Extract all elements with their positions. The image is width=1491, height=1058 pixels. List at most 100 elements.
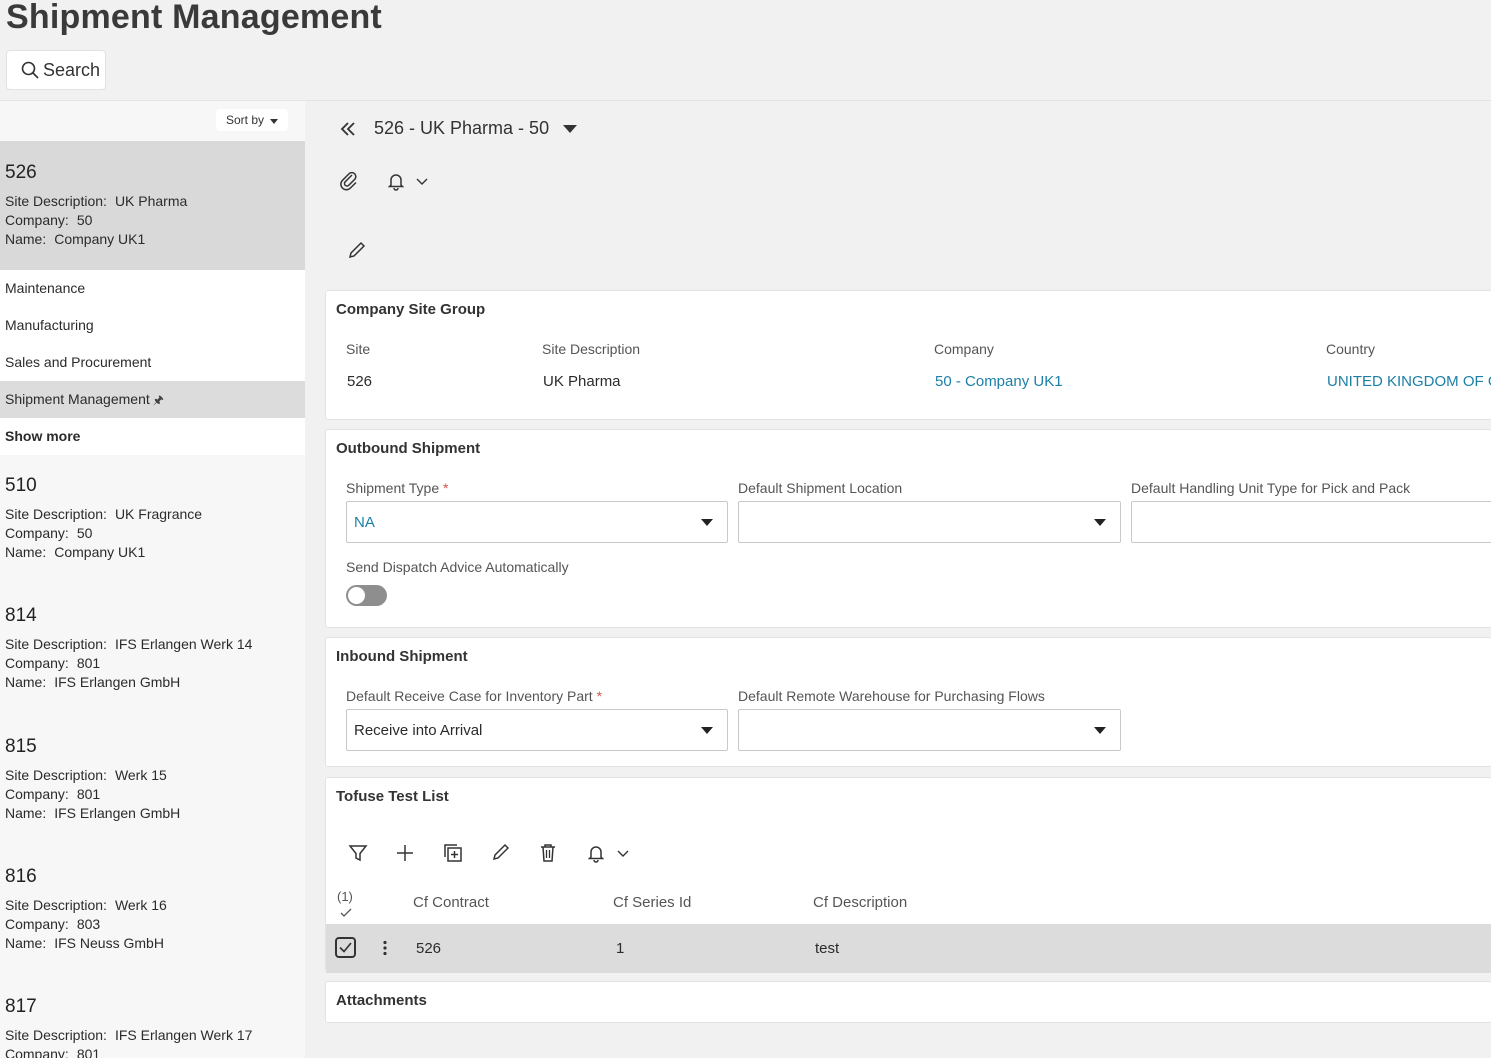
inbound-shipment-panel: Inbound Shipment Default Receive Case fo… — [325, 637, 1491, 767]
list-item[interactable]: 817 Site Description: IFS Erlangen Werk 1… — [0, 996, 305, 1058]
site-description-label: Site Description: — [5, 636, 107, 652]
nav-item-sales-procurement[interactable]: Sales and Procurement — [0, 344, 305, 381]
company-value: 50 — [76, 212, 93, 228]
country-link[interactable]: UNITED KINGDOM OF GREAT BRITAIN AND NORT… — [1327, 373, 1491, 390]
company-label: Company: — [5, 786, 69, 802]
name-label: Name: — [5, 674, 47, 690]
list-item-number: 815 — [5, 736, 37, 757]
site-description-value: IFS Erlangen Werk 17 — [114, 1027, 253, 1043]
site-description-value: UK Pharma — [114, 193, 188, 209]
attachments-panel[interactable]: Attachments — [325, 981, 1491, 1023]
row-menu-icon[interactable] — [383, 940, 387, 956]
notification-bell-icon[interactable] — [586, 843, 606, 863]
site-description-label: Site Description: — [5, 506, 107, 522]
send-dispatch-advice-label: Send Dispatch Advice Automatically — [346, 559, 569, 575]
select-all-check-icon[interactable] — [340, 908, 352, 918]
receive-case-value: Receive into Arrival — [354, 721, 483, 739]
row-checkbox[interactable] — [335, 937, 356, 958]
chevron-down-icon[interactable] — [416, 178, 428, 186]
show-more-link[interactable]: Show more — [0, 418, 305, 455]
company-link[interactable]: 50 - Company UK1 — [935, 373, 1063, 390]
cell-cf-contract: 526 — [416, 940, 442, 957]
site-value: 526 — [347, 373, 373, 390]
name-value: Company UK1 — [54, 231, 146, 247]
nav-item-shipment-management[interactable]: Shipment Management 🖈 — [0, 381, 305, 418]
collapse-left-icon[interactable] — [340, 121, 356, 137]
panel-title: Tofuse Test List — [336, 788, 449, 805]
outbound-shipment-panel: Outbound Shipment Shipment Type * NA Def… — [325, 429, 1491, 628]
dropdown-arrow-icon — [701, 727, 713, 734]
search-label: Search — [43, 59, 101, 80]
check-icon — [339, 942, 352, 953]
required-mark: * — [443, 480, 449, 496]
notification-bell-icon[interactable] — [386, 171, 406, 191]
list-item[interactable]: 815 Site Description: Werk 15 Company: 801… — [0, 736, 305, 823]
site-description-value: IFS Erlangen Werk 14 — [114, 636, 253, 652]
column-header-cf-contract[interactable]: Cf Contract — [413, 894, 489, 911]
search-button[interactable]: Search — [6, 50, 106, 90]
sort-by-label: Sort by — [226, 113, 265, 127]
name-label: Name: — [5, 544, 47, 560]
company-label: Company: — [5, 655, 69, 671]
receive-case-label: Default Receive Case for Inventory Part … — [346, 688, 602, 704]
name-value: Company UK1 — [54, 544, 146, 560]
filter-icon[interactable] — [348, 843, 368, 863]
duplicate-icon[interactable] — [443, 843, 463, 863]
list-item-selected[interactable]: 526 Site Description: UK Pharma Company: 5… — [0, 141, 305, 270]
table-row[interactable]: 526 1 test — [326, 924, 1491, 973]
send-dispatch-advice-toggle[interactable] — [346, 585, 387, 606]
caret-down-icon — [270, 118, 279, 124]
site-description-value: Werk 15 — [114, 767, 167, 783]
column-header-cf-description[interactable]: Cf Description — [813, 894, 907, 911]
dropdown-arrow-icon — [701, 519, 713, 526]
panel-title: Attachments — [336, 992, 427, 1009]
record-selector-icon[interactable] — [563, 124, 578, 133]
company-label: Company: — [5, 916, 69, 932]
company-site-group-panel: Company Site Group Site 526 Site Descrip… — [325, 290, 1491, 420]
list-item[interactable]: 816 Site Description: Werk 16 Company: 803… — [0, 866, 305, 953]
panel-title: Company Site Group — [336, 301, 486, 318]
site-description-label: Site Description: — [5, 767, 107, 783]
edit-pencil-icon[interactable] — [348, 241, 366, 259]
delete-trash-icon[interactable] — [539, 843, 557, 863]
attachment-icon[interactable] — [339, 171, 359, 191]
remote-warehouse-select[interactable] — [738, 709, 1121, 751]
record-header: 526 - UK Pharma - 50 — [340, 118, 578, 139]
tofuse-test-list-panel: Tofuse Test List (1) Cf Contract Cf Seri… — [325, 777, 1491, 973]
site-label: Site — [346, 341, 371, 357]
list-item-number: 814 — [5, 605, 37, 626]
sort-by-button[interactable]: Sort by — [216, 109, 289, 131]
list-item[interactable]: 814 Site Description: IFS Erlangen Werk 1… — [0, 605, 305, 692]
chevron-down-icon[interactable] — [617, 850, 629, 858]
dropdown-arrow-icon — [1094, 727, 1106, 734]
required-mark: * — [596, 688, 603, 704]
nav-item-label: Maintenance — [5, 280, 86, 296]
name-label: Name: — [5, 805, 47, 821]
cell-cf-description: test — [815, 940, 840, 957]
nav-item-manufacturing[interactable]: Manufacturing — [0, 307, 305, 344]
shipment-type-label: Shipment Type * — [346, 480, 448, 496]
company-label: Company: — [5, 525, 69, 541]
handling-unit-type-label: Default Handling Unit Type for Pick and … — [1131, 480, 1411, 496]
name-value: IFS Erlangen GmbH — [54, 674, 181, 690]
site-description-value: Werk 16 — [114, 897, 167, 913]
add-icon[interactable] — [395, 843, 415, 863]
pin-icon[interactable]: 🖈 — [153, 393, 164, 407]
site-description-label: Site Description — [542, 341, 641, 357]
receive-case-select[interactable]: Receive into Arrival — [346, 709, 728, 751]
default-shipment-location-label: Default Shipment Location — [738, 480, 903, 496]
default-shipment-location-select[interactable] — [738, 501, 1121, 543]
handling-unit-type-select[interactable] — [1131, 501, 1491, 543]
company-label: Company: — [5, 212, 69, 228]
site-description-label: Site Description: — [5, 1027, 107, 1043]
edit-pencil-icon[interactable] — [492, 843, 510, 861]
site-description-label: Site Description: — [5, 897, 107, 913]
shipment-type-value: NA — [354, 513, 375, 531]
column-header-cf-series-id[interactable]: Cf Series Id — [613, 894, 691, 911]
list-item-number: 817 — [5, 996, 37, 1017]
nav-item-label: Shipment Management — [5, 391, 150, 407]
nav-item-maintenance[interactable]: Maintenance — [0, 270, 305, 307]
shipment-type-select[interactable]: NA — [346, 501, 728, 543]
company-value: 801 — [76, 786, 101, 802]
list-item[interactable]: 510 Site Description: UK Fragrance Compan… — [0, 475, 305, 562]
